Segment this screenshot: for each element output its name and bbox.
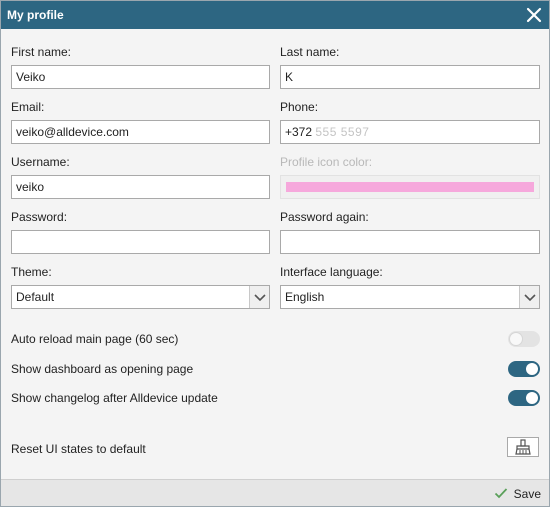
phone-label: Phone: xyxy=(280,100,319,114)
reset-label: Reset UI states to default xyxy=(11,442,146,456)
theme-value: Default xyxy=(16,290,55,304)
icon-color-swatch xyxy=(286,182,534,192)
chevron-down-icon[interactable] xyxy=(519,286,539,308)
username-field[interactable] xyxy=(11,175,270,199)
phone-masked-number: 555 5597 xyxy=(315,125,370,139)
email-field[interactable] xyxy=(11,120,270,144)
toggle-auto-reload[interactable] xyxy=(508,331,540,347)
language-select[interactable]: English xyxy=(280,285,540,309)
save-button[interactable]: Save xyxy=(494,484,541,504)
icon-color-label: Profile icon color: xyxy=(280,155,373,169)
password-again-field[interactable] xyxy=(280,230,540,254)
toggle-dashboard[interactable] xyxy=(508,361,540,377)
theme-label: Theme: xyxy=(11,265,52,279)
profile-dialog: My profile First name: Last name: Email:… xyxy=(0,0,550,507)
phone-prefix: +372 xyxy=(285,125,313,139)
password-field[interactable] xyxy=(11,230,270,254)
username-label: Username: xyxy=(11,155,70,169)
phone-field[interactable]: +372 555 5597 xyxy=(280,120,540,144)
title-bar: My profile xyxy=(1,1,549,29)
dialog-footer: Save xyxy=(1,479,549,506)
email-label: Email: xyxy=(11,100,45,114)
checkmark-icon xyxy=(494,487,508,502)
toggle-knob xyxy=(510,333,522,345)
reset-ui-button[interactable] xyxy=(507,437,539,457)
first-name-label: First name: xyxy=(11,45,72,59)
password-label: Password: xyxy=(11,210,68,224)
language-value: English xyxy=(285,290,325,304)
last-name-field[interactable] xyxy=(280,65,540,89)
broom-icon xyxy=(508,439,538,459)
language-label: Interface language: xyxy=(280,265,383,279)
first-name-field[interactable] xyxy=(11,65,270,89)
setting-label-auto-reload: Auto reload main page (60 sec) xyxy=(11,332,179,346)
toggle-knob xyxy=(526,363,538,375)
last-name-label: Last name: xyxy=(280,45,340,59)
close-icon[interactable] xyxy=(525,6,543,24)
setting-label-changelog: Show changelog after Alldevice update xyxy=(11,391,218,405)
setting-label-dashboard: Show dashboard as opening page xyxy=(11,362,194,376)
toggle-changelog[interactable] xyxy=(508,390,540,406)
password-again-label: Password again: xyxy=(280,210,369,224)
chevron-down-icon[interactable] xyxy=(249,286,269,308)
dialog-title: My profile xyxy=(7,8,64,22)
save-label: Save xyxy=(513,487,541,501)
toggle-knob xyxy=(526,392,538,404)
theme-select[interactable]: Default xyxy=(11,285,270,309)
icon-color-field xyxy=(280,175,540,199)
